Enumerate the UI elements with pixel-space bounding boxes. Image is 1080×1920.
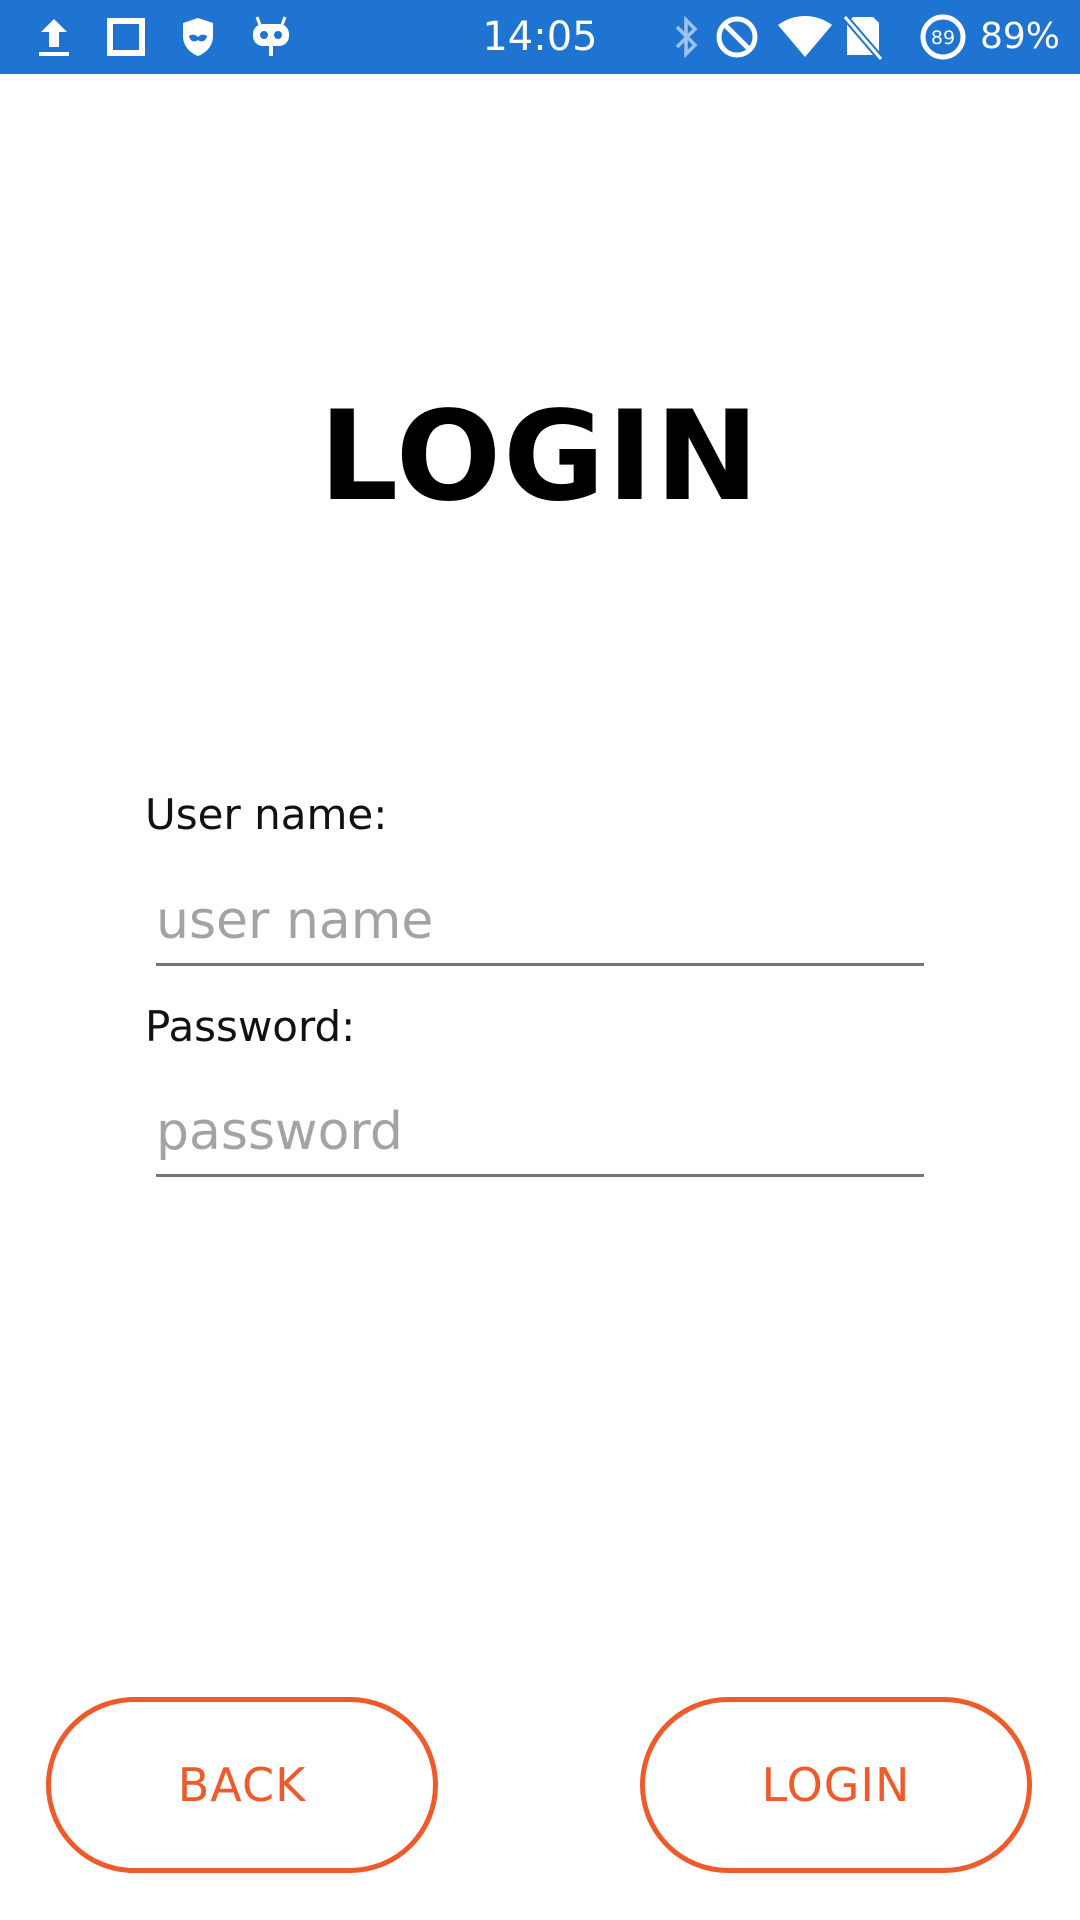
back-button[interactable]: BACK: [46, 1697, 438, 1873]
do-not-disturb-icon: [714, 0, 760, 74]
square-icon: [104, 0, 148, 74]
login-button[interactable]: LOGIN: [640, 1697, 1032, 1873]
battery-percent: 89%: [980, 16, 1061, 57]
password-label: Password:: [145, 1002, 356, 1051]
status-time: 14:05: [482, 14, 598, 60]
no-sim-icon: [840, 0, 886, 74]
page-title: LOGIN: [319, 385, 761, 529]
username-input[interactable]: [156, 878, 924, 966]
battery-badge-text: 89: [931, 27, 955, 49]
password-input[interactable]: [156, 1089, 924, 1177]
shield-icon: [176, 0, 220, 74]
robot-icon: [248, 0, 294, 74]
username-label: User name:: [145, 790, 388, 839]
wifi-icon: [776, 0, 834, 74]
upload-icon: [32, 0, 76, 74]
login-screen: 14:05 89 89% LOGIN User name: user name …: [0, 0, 1080, 1920]
battery-circle-icon: 89: [918, 0, 968, 74]
status-bar: 14:05 89 89%: [0, 0, 1080, 74]
bluetooth-icon: [666, 0, 706, 74]
